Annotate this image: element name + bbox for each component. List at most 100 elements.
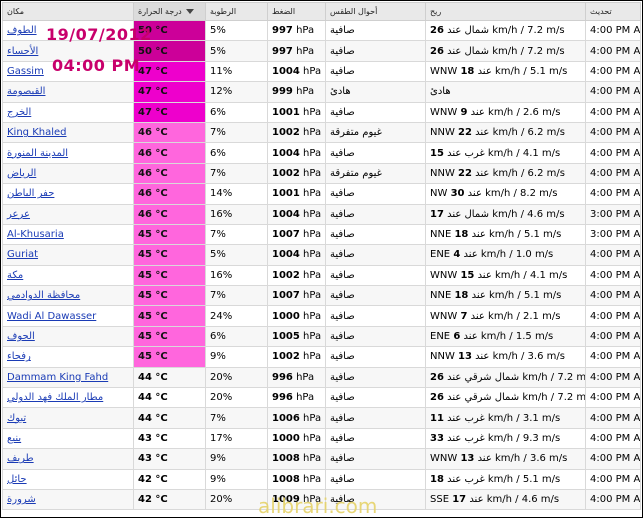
location-link[interactable]: القيصومة — [7, 86, 45, 97]
humidity-cell: 12% — [205, 81, 268, 103]
location-link[interactable]: رفحاء — [7, 351, 31, 362]
updated-value: 3:00 PM AST — [590, 208, 641, 220]
temperature-value: 47 °C — [138, 86, 168, 98]
temperature-cell: 45 °C — [133, 325, 206, 348]
conditions-cell: غيوم متفرقة — [325, 162, 426, 185]
location-link[interactable]: عرعر — [7, 209, 30, 220]
location-link[interactable]: طريف — [7, 453, 34, 464]
updated-cell: 4:00 PM AST — [585, 387, 641, 409]
wind-detail: km/h / 5.1 m/s — [489, 229, 562, 241]
wind-speed: 6 — [453, 331, 461, 343]
conditions-value: صافية — [330, 106, 355, 118]
humidity-cell: 24% — [205, 305, 268, 327]
temperature-cell: 45 °C — [133, 223, 206, 246]
humidity-cell: 14% — [205, 183, 268, 205]
temperature-value: 42 °C — [138, 494, 168, 506]
location-link[interactable]: الأحساء — [7, 46, 38, 57]
location-link[interactable]: Dammam King Fahd — [7, 372, 108, 383]
pressure-cell: 996 hPa — [267, 387, 326, 409]
temperature-value: 45 °C — [138, 290, 168, 302]
col-humidity[interactable]: الرطوبة — [205, 2, 268, 21]
humidity-value: 7% — [210, 229, 226, 241]
pressure-cell: 1007 hPa — [267, 223, 326, 246]
updated-value: 4:00 PM AST — [590, 269, 641, 281]
conditions-value: غيوم متفرقة — [330, 127, 382, 139]
location-link[interactable]: محافظة الدوادمي — [7, 290, 80, 301]
pressure-value: 1000 — [272, 433, 300, 444]
location-link[interactable]: تبوك — [7, 413, 26, 424]
location-link[interactable]: حفر الباطن — [7, 188, 54, 199]
location-link[interactable]: King Khaled — [7, 127, 67, 138]
humidity-value: 12% — [210, 86, 233, 98]
updated-cell: 4:00 PM AST — [585, 60, 641, 83]
conditions-cell: صافية — [325, 387, 426, 409]
pressure-value: 996 — [272, 371, 293, 383]
location-link[interactable]: Gassim — [7, 66, 44, 77]
table-row: ينبع 43 °C 17% 1000 hPa صافية 33 غرب عند km/… — [2, 427, 641, 450]
wind-cell: SSE 17 عند km/h / 4.6 m/s — [425, 488, 586, 511]
location-link[interactable]: حائل — [7, 474, 27, 485]
location-link[interactable]: مطار الملك فهد الدولي — [7, 392, 103, 403]
col-conditions-label: أحوال الطقس — [330, 7, 378, 16]
wind-cell: NNE 18 عند km/h / 5.1 m/s — [425, 223, 586, 246]
pressure-unit: hPa — [303, 208, 322, 220]
pressure-cell: 1004 hPa — [267, 60, 326, 83]
humidity-value: 9% — [210, 473, 226, 485]
temperature-cell: 43 °C — [133, 427, 206, 450]
pressure-value: 1004 — [272, 249, 300, 261]
wind-speed: 22 — [458, 127, 472, 139]
conditions-cell: صافية — [325, 101, 426, 123]
humidity-cell: 7% — [205, 121, 268, 144]
temperature-cell: 44 °C — [133, 407, 206, 429]
conditions-value: صافية — [330, 208, 355, 220]
updated-cell: 4:00 PM AST — [585, 142, 641, 164]
col-conditions[interactable]: أحوال الطقس — [325, 2, 426, 21]
location-link[interactable]: الرياض — [7, 168, 36, 179]
location-link[interactable]: مكة — [7, 270, 23, 281]
location-link[interactable]: الجوف — [7, 331, 35, 342]
pressure-cell: 1004 hPa — [267, 142, 326, 164]
updated-cell: 4:00 PM AST — [585, 183, 641, 205]
wind-detail: km/h / 1.0 m/s — [480, 249, 554, 261]
location-link[interactable]: Guriat — [7, 249, 38, 260]
col-pressure[interactable]: الضغط — [267, 2, 326, 21]
wind-speed: 11 — [430, 412, 444, 424]
wind-direction-ar: عند — [475, 351, 490, 363]
wind-speed: 17 — [452, 494, 467, 506]
wind-speed: 9 — [460, 106, 468, 118]
location-link[interactable]: المدينة المنورة — [7, 148, 68, 159]
humidity-value: 14% — [210, 188, 233, 200]
conditions-cell: صافية — [325, 40, 426, 62]
humidity-cell: 7% — [205, 285, 268, 307]
col-temperature[interactable]: درجة الحرارة — [133, 2, 206, 21]
col-location[interactable]: مكان — [2, 2, 134, 21]
pressure-cell: 1004 hPa — [267, 203, 326, 225]
table-row: القيصومة 47 °C 12% 999 hPa هادئ هادئ 4:00 PM… — [2, 81, 641, 103]
col-location-label: مكان — [7, 7, 25, 16]
wind-direction-ar: غرب عند — [447, 473, 485, 485]
temperature-cell: 45 °C — [133, 285, 206, 307]
wind-speed: 26 — [430, 392, 444, 404]
wind-cell: WNW 13 عند km/h / 3.6 m/s — [425, 448, 586, 470]
pressure-unit: hPa — [303, 167, 322, 179]
col-updated[interactable]: تحديث — [585, 2, 641, 21]
wind-detail: km/h / 7.2 m/s — [522, 371, 586, 383]
updated-value: 4:00 PM AST — [590, 351, 641, 363]
updated-value: 4:00 PM AST — [590, 25, 641, 37]
updated-value: 4:00 PM AST — [590, 65, 641, 77]
location-link[interactable]: Wadi Al Dawasser — [7, 311, 96, 322]
location-link[interactable]: الطوف — [7, 25, 37, 36]
pressure-unit: hPa — [303, 249, 322, 261]
location-link[interactable]: شرورة — [7, 494, 36, 505]
location-link[interactable]: الخرج — [7, 107, 31, 118]
wind-cell: ENE 6 عند km/h / 1.5 m/s — [425, 325, 586, 348]
wind-direction-ar: عند — [470, 106, 485, 118]
wind-direction: ENE — [430, 249, 451, 261]
col-wind[interactable]: ريح — [425, 2, 586, 21]
wind-detail: km/h / 9.3 m/s — [487, 433, 561, 444]
location-link[interactable]: Al-Khusaria — [7, 229, 64, 240]
wind-direction: NNW — [430, 127, 455, 139]
location-link[interactable]: ينبع — [7, 433, 21, 444]
wind-detail: km/h / 6.2 m/s — [492, 127, 565, 139]
temperature-cell: 42 °C — [133, 488, 206, 511]
